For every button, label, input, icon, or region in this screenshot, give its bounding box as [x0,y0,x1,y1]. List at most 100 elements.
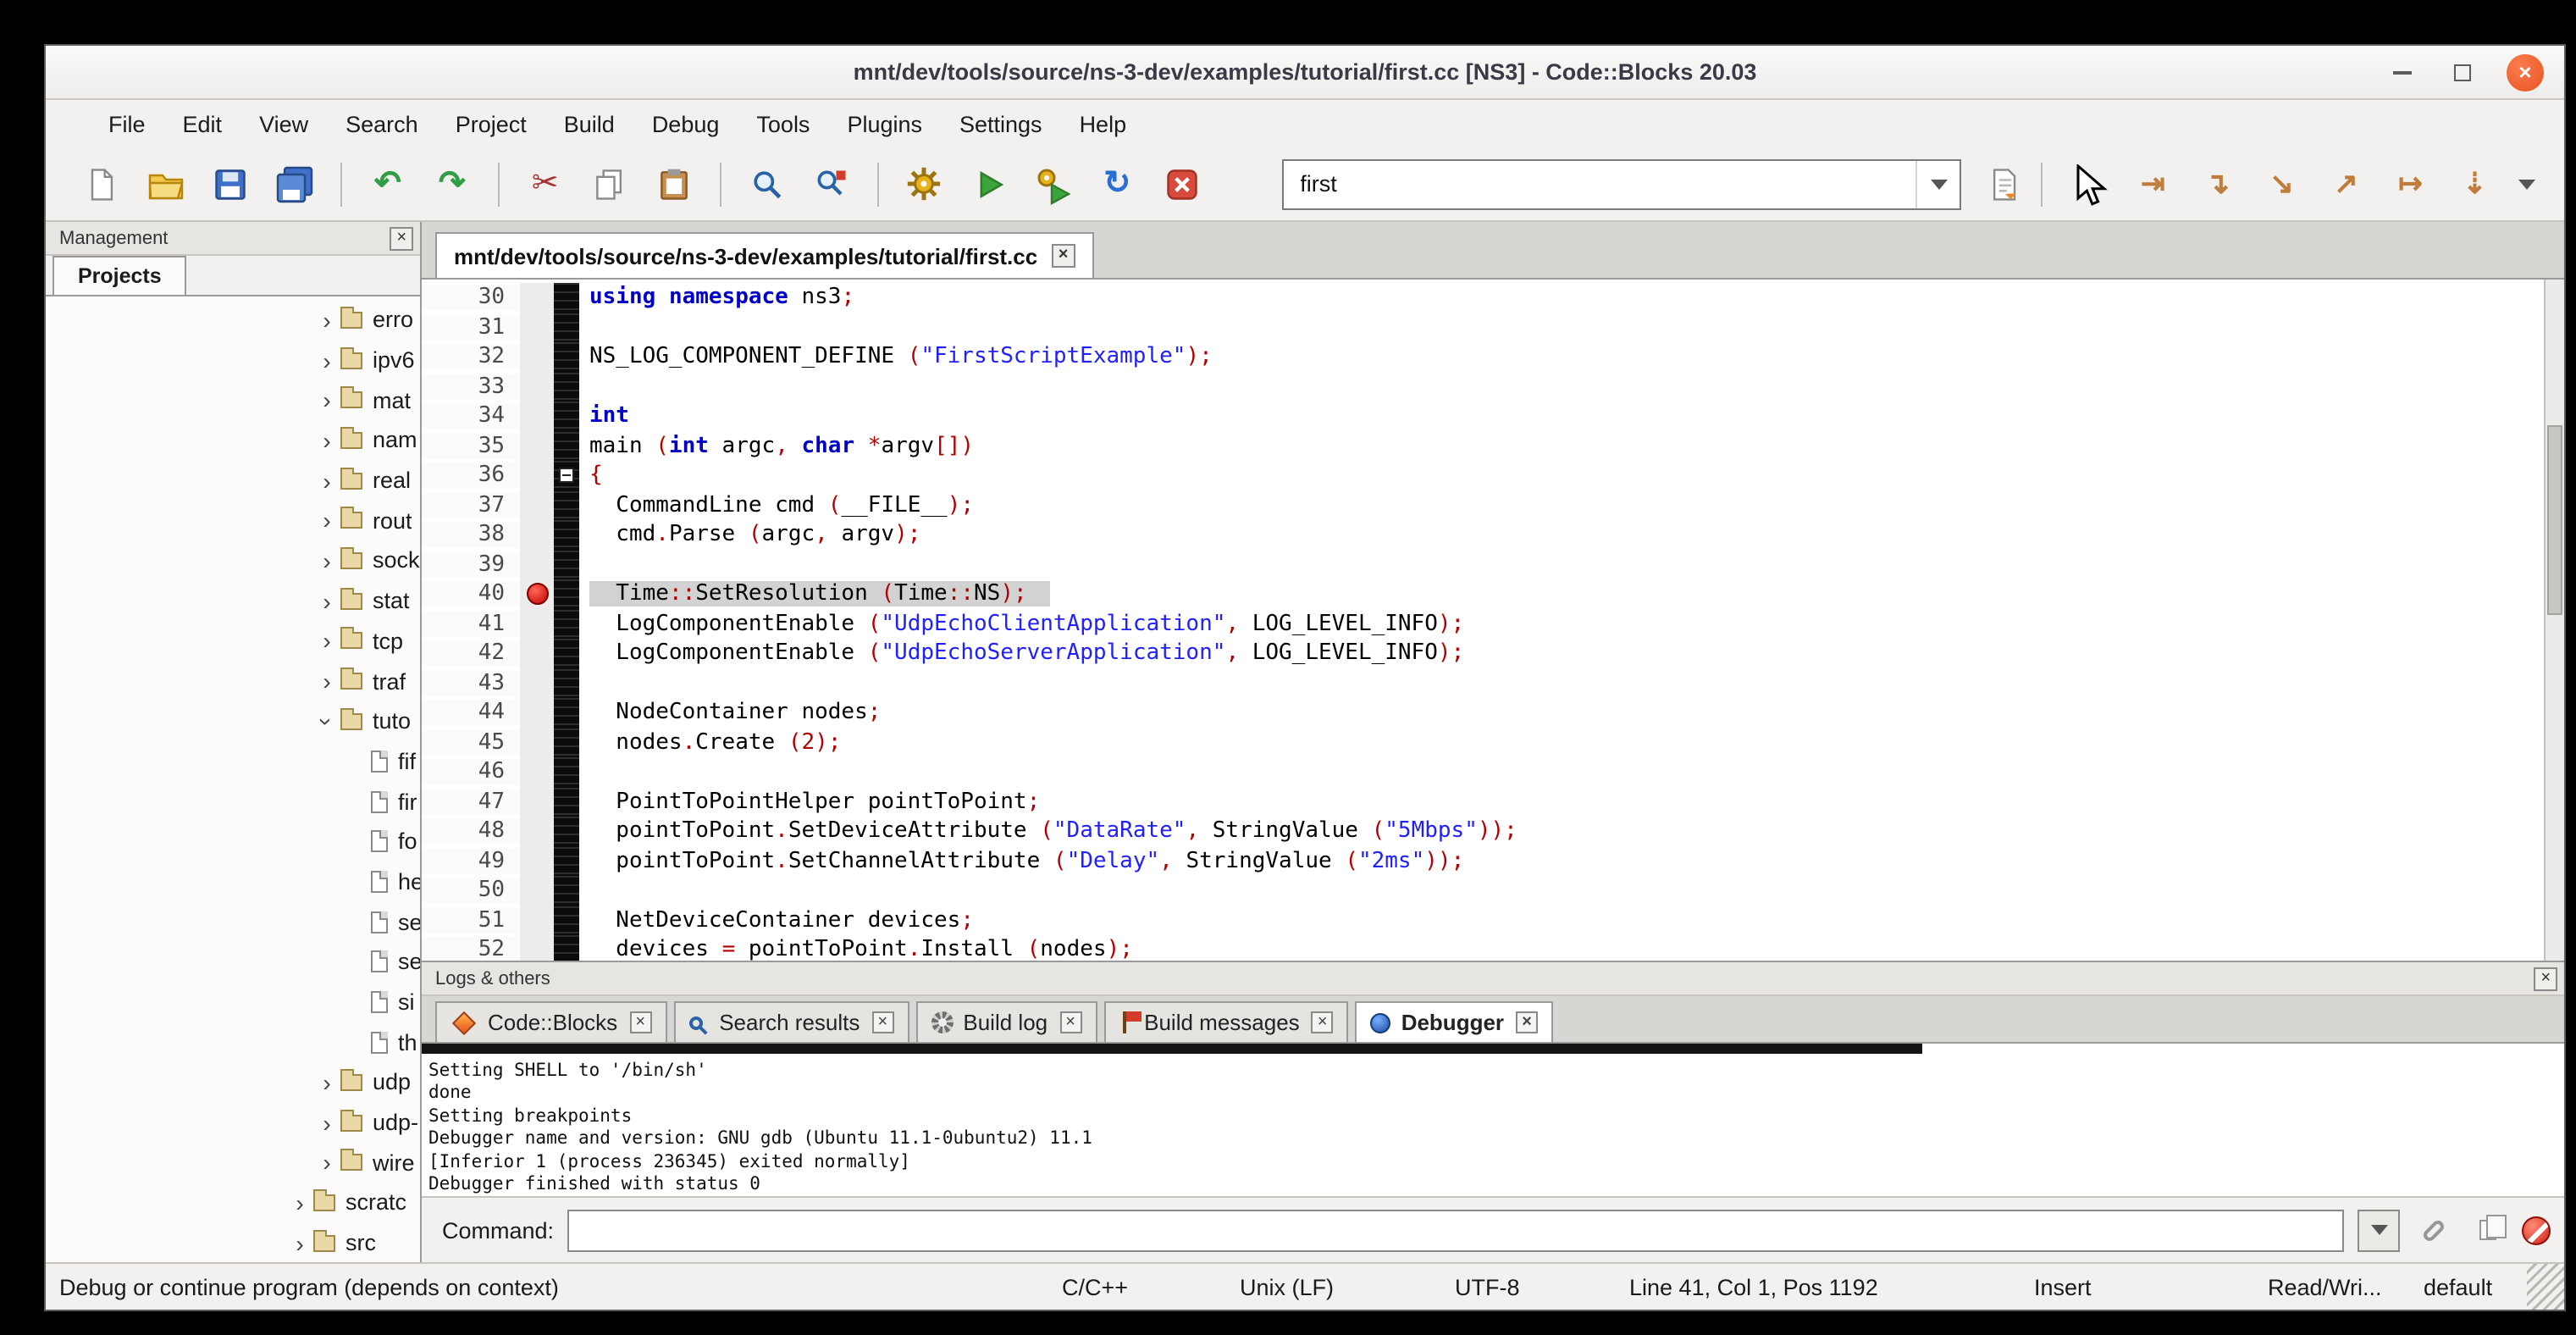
breakpoint-margin[interactable] [520,787,554,817]
fold-margin[interactable] [554,579,579,609]
tree-item-scratc[interactable]: ›scratc [46,1183,420,1222]
next-instruction-button[interactable]: ↦ [2385,158,2436,209]
chevron-down-icon[interactable]: › [313,707,340,734]
chevron-right-icon[interactable]: › [313,547,340,574]
fold-box-icon[interactable] [559,468,574,484]
breakpoint-margin[interactable] [520,402,554,431]
toolbar-overflow-button[interactable] [2507,179,2547,189]
scrollbar-thumb[interactable] [2547,425,2562,615]
fold-margin[interactable] [554,342,579,372]
log-tab-close-button[interactable]: × [1312,1011,1334,1033]
breakpoint-margin[interactable] [520,550,554,579]
menu-item-search[interactable]: Search [327,100,437,147]
chevron-right-icon[interactable]: › [313,386,340,413]
new-file-button[interactable] [76,158,127,209]
menu-item-debug[interactable]: Debug [633,100,738,147]
code-line[interactable]: 47 PointToPointHelper pointToPoint; [422,787,2544,817]
code-line[interactable]: 49 pointToPoint.SetChannelAttribute ("De… [422,846,2544,876]
fold-margin[interactable] [554,402,579,431]
fold-margin[interactable] [554,639,579,668]
chevron-right-icon[interactable]: › [313,507,340,535]
command-history-dropdown[interactable] [2358,1209,2400,1251]
code-line[interactable]: 43 [422,668,2544,698]
breakpoint-marker[interactable] [526,584,548,606]
chevron-right-icon[interactable]: › [286,1189,313,1216]
breakpoint-margin[interactable] [520,906,554,935]
log-tab-debugger[interactable]: Debugger× [1356,1001,1553,1042]
chevron-right-icon[interactable]: › [286,1229,313,1256]
tab-projects[interactable]: Projects [53,256,187,295]
undo-button[interactable]: ↶ [362,158,413,209]
editor-vertical-scrollbar[interactable] [2544,280,2564,961]
fold-margin[interactable] [554,461,579,490]
fold-margin[interactable] [554,668,579,698]
search-input[interactable] [1283,160,1915,208]
menu-item-file[interactable]: File [90,100,164,147]
fold-margin[interactable] [554,728,579,757]
code-line[interactable]: 45 nodes.Create (2); [422,728,2544,757]
tree-item-fif[interactable]: fif [46,741,420,781]
tree-item-rout[interactable]: ›rout [46,501,420,540]
fold-margin[interactable] [554,787,579,817]
tree-item-nam[interactable]: ›nam [46,420,420,460]
menu-item-help[interactable]: Help [1061,100,1146,147]
rebuild-button[interactable]: ↻ [1092,158,1142,209]
code-line[interactable]: 48 pointToPoint.SetDeviceAttribute ("Dat… [422,817,2544,846]
fold-margin[interactable] [554,520,579,550]
chevron-right-icon[interactable]: › [313,467,340,494]
code-line[interactable]: 46 [422,757,2544,787]
code-line[interactable]: 51 NetDeviceContainer devices; [422,906,2544,935]
management-close-button[interactable]: × [390,226,413,250]
breakpoint-margin[interactable] [520,461,554,490]
chevron-right-icon[interactable]: › [313,587,340,614]
menu-item-settings[interactable]: Settings [941,100,1061,147]
tree-item-fo[interactable]: fo [46,822,420,861]
editor-tab-close-button[interactable]: × [1051,244,1075,268]
log-tab-close-button[interactable]: × [1516,1011,1538,1033]
replace-button[interactable] [805,158,856,209]
code-line[interactable]: 34int [422,402,2544,431]
breakpoint-margin[interactable] [520,431,554,461]
search-dropdown-button[interactable] [1915,160,1960,208]
cut-button[interactable]: ✂ [520,158,571,209]
fold-margin[interactable] [554,550,579,579]
paste-button[interactable] [649,158,699,209]
tree-item-sock[interactable]: ›sock [46,540,420,580]
fold-margin[interactable] [554,283,579,313]
code-line[interactable]: 41 LogComponentEnable ("UdpEchoClientApp… [422,609,2544,639]
chevron-right-icon[interactable]: › [313,628,340,655]
tree-item-th[interactable]: th [46,1022,420,1062]
tree-item-tcp[interactable]: ›tcp [46,621,420,661]
attach-button[interactable] [2413,1210,2454,1250]
step-out-button[interactable]: ↗ [2321,158,2372,209]
maximize-button[interactable] [2446,55,2479,89]
fold-margin[interactable] [554,372,579,402]
save-button[interactable] [205,158,256,209]
tree-item-traf[interactable]: ›traf [46,661,420,701]
breakpoint-margin[interactable] [520,935,554,961]
fold-margin[interactable] [554,846,579,876]
breakpoint-margin[interactable] [520,520,554,550]
chevron-right-icon[interactable]: › [313,307,340,334]
tree-item-fir[interactable]: fir [46,782,420,822]
tree-item-udp[interactable]: ›udp [46,1062,420,1102]
save-all-button[interactable] [269,158,320,209]
chevron-right-icon[interactable]: › [313,1149,340,1177]
breakpoint-margin[interactable] [520,609,554,639]
debugger-log[interactable]: Setting SHELL to '/bin/sh'doneSetting br… [422,1044,2564,1198]
code-line[interactable]: 44 NodeContainer nodes; [422,698,2544,728]
fold-margin[interactable] [554,817,579,846]
log-tab-search-results[interactable]: Search results× [673,1001,909,1042]
code-line[interactable]: 35main (int argc, char *argv[]) [422,431,2544,461]
tree-item-se[interactable]: se [46,902,420,942]
build-and-run-button[interactable] [1027,158,1078,209]
log-tab-build-log[interactable]: Build log× [915,1001,1097,1042]
menu-item-tools[interactable]: Tools [738,100,828,147]
tree-item-stat[interactable]: ›stat [46,581,420,621]
tree-item-si[interactable]: si [46,982,420,1022]
command-input[interactable] [567,1209,2344,1251]
fold-margin[interactable] [554,698,579,728]
menu-item-build[interactable]: Build [545,100,633,147]
breakpoint-margin[interactable] [520,728,554,757]
fold-margin[interactable] [554,935,579,961]
